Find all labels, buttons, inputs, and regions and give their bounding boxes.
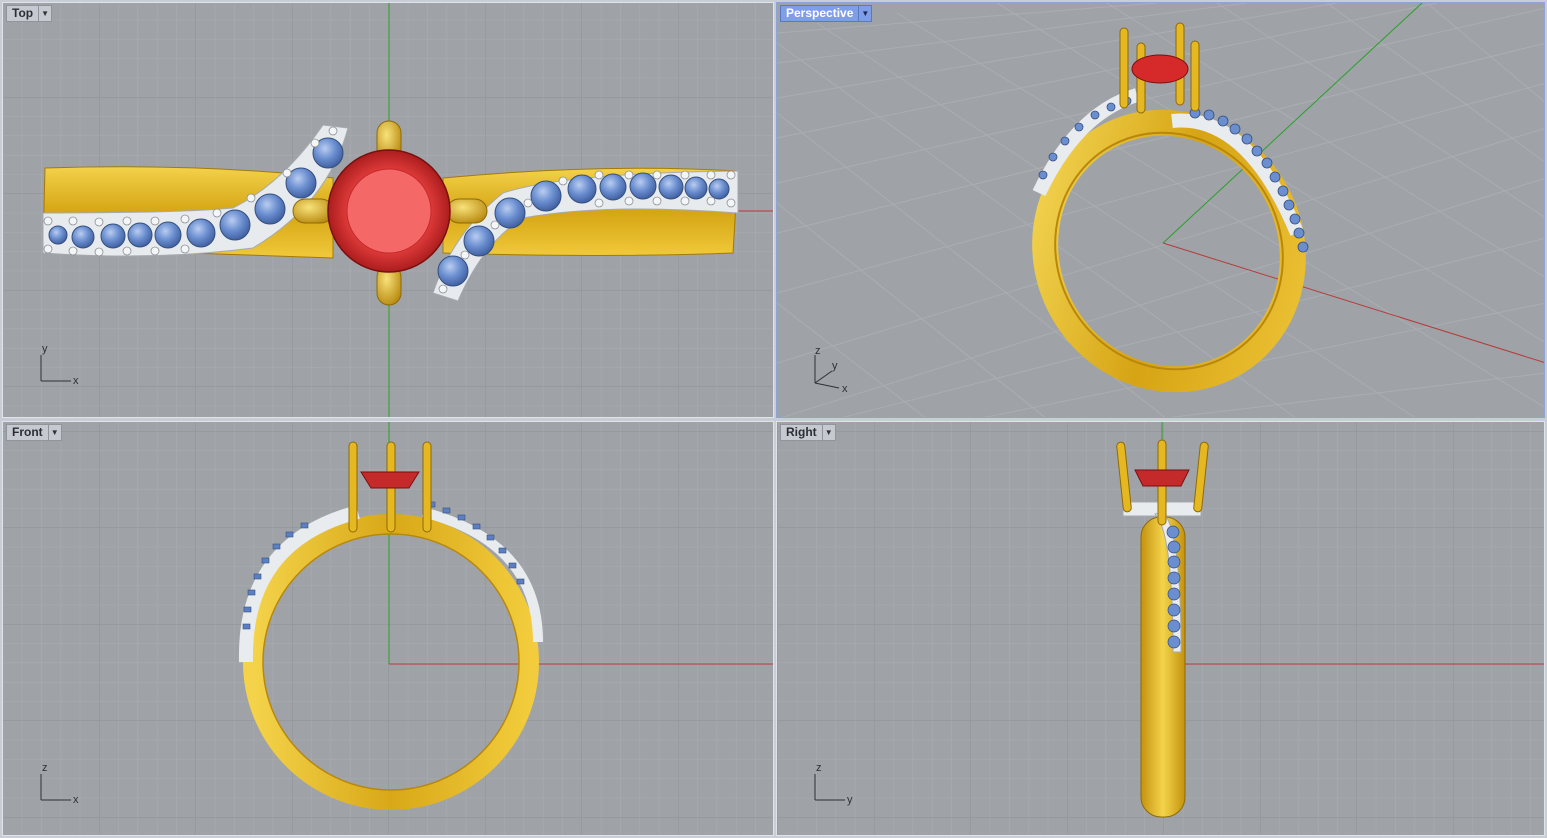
viewport-label-front[interactable]: Front ▼	[6, 424, 62, 441]
center-ruby-front	[360, 471, 420, 489]
chevron-down-icon[interactable]: ▼	[858, 6, 871, 21]
viewport-title: Right	[786, 425, 817, 439]
axis-label-z: z	[42, 762, 48, 774]
axis-label-x: x	[842, 383, 848, 395]
axis-label-y: y	[42, 343, 48, 355]
axis-label-x: x	[73, 375, 79, 387]
front-canvas[interactable]: x z	[3, 422, 774, 836]
viewport-top[interactable]: Top ▼ x y	[2, 2, 774, 418]
axis-label-z: z	[816, 762, 822, 774]
viewport-title: Perspective	[786, 6, 854, 20]
viewport-label-right[interactable]: Right ▼	[780, 424, 836, 441]
viewport-title: Top	[12, 6, 34, 20]
viewport-perspective[interactable]: Perspective ▼ x y z	[776, 2, 1545, 418]
viewport-label-top[interactable]: Top ▼	[6, 5, 53, 22]
center-ruby-right	[1134, 469, 1190, 487]
chevron-down-icon[interactable]: ▼	[821, 425, 835, 440]
axis-label-x: x	[73, 794, 79, 806]
center-ruby-perspective	[1131, 54, 1189, 84]
ring-perspective	[1032, 88, 1306, 393]
viewport-right[interactable]: Right ▼ y z	[776, 421, 1545, 836]
axis-label-y: y	[832, 360, 838, 372]
top-canvas[interactable]: x y	[3, 3, 774, 418]
axis-label-y: y	[847, 794, 853, 806]
viewport-title: Front	[12, 425, 43, 439]
perspective-canvas[interactable]: x y z	[777, 3, 1545, 418]
chevron-down-icon[interactable]: ▼	[47, 425, 61, 440]
right-canvas[interactable]: y z	[777, 422, 1545, 836]
chevron-down-icon[interactable]: ▼	[38, 6, 51, 21]
viewport-label-perspective[interactable]: Perspective ▼	[780, 5, 873, 22]
axis-label-z: z	[815, 345, 821, 357]
viewport-front[interactable]: Front ▼ x z	[2, 421, 774, 836]
center-ruby-top	[327, 149, 451, 273]
